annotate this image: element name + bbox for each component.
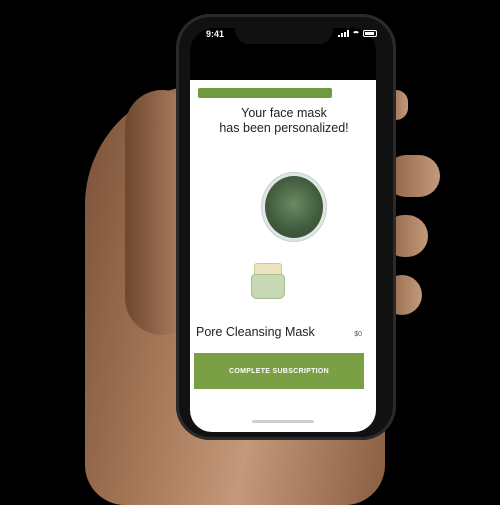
progress-bar (198, 88, 332, 98)
jar-body (251, 274, 285, 299)
page-title: Your face mask has been personalized! (210, 106, 358, 136)
progress-fill (198, 88, 332, 98)
product-name: Pore Cleansing Mask (196, 325, 315, 339)
home-indicator[interactable] (252, 420, 314, 423)
phone-notch (235, 24, 333, 44)
title-line-1: Your face mask (241, 106, 327, 120)
app-screen: Your face mask has been personalized! Po… (190, 80, 376, 432)
mask-color-swatch (265, 176, 323, 238)
product-price: $0 (354, 331, 362, 338)
complete-subscription-button[interactable]: COMPLETE SUBSCRIPTION (194, 353, 364, 389)
status-icons (338, 30, 377, 37)
title-line-2: has been personalized! (219, 121, 349, 135)
product-jar-image (251, 263, 285, 299)
battery-icon (363, 30, 377, 37)
status-time: 9:41 (206, 29, 225, 39)
signal-icon (338, 30, 349, 37)
wifi-icon (352, 30, 360, 37)
